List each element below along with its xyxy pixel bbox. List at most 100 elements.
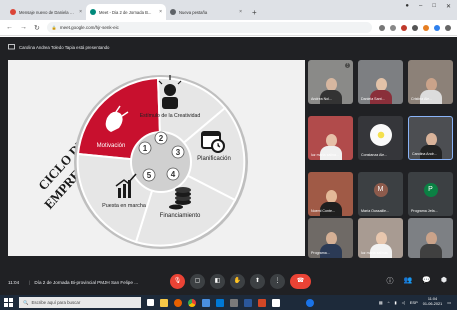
participant-tile[interactable]: Constanza Ale...	[358, 116, 403, 160]
search-icon: 🔍	[23, 299, 29, 305]
word-icon[interactable]	[244, 298, 252, 307]
segment-number: 4	[171, 170, 176, 179]
control-buttons: 🎙 ▢ ◧ ✋ ⬆ ⋮ ☎	[170, 274, 311, 289]
chrome-icon[interactable]	[188, 298, 196, 307]
tab-label: Nueva pestaña	[179, 9, 208, 15]
url-input[interactable]: 🔒 meet.google.com/hjr-senk-eic	[46, 22, 372, 33]
participant-tile[interactable]: Carolina Andr...	[408, 116, 453, 160]
browser-tab-gmail[interactable]: Mensaje nuevo de Daniela Da... ×	[6, 4, 86, 20]
segment-number: 2	[159, 134, 164, 143]
clock-date: 01-06-2021	[422, 302, 443, 306]
participant-name: luz maria salinas	[361, 251, 388, 255]
participant-name: Constanza Ale...	[361, 153, 388, 157]
participant-tile[interactable]: Daniela Sant...	[358, 60, 403, 104]
people-icon[interactable]: 👥	[403, 276, 412, 286]
volume-icon[interactable]: ◁	[402, 300, 405, 305]
star-icon[interactable]	[390, 24, 396, 31]
captions-button[interactable]: ▢	[190, 274, 205, 289]
start-button[interactable]	[4, 298, 13, 307]
present-button[interactable]: ⬆	[250, 274, 265, 289]
camera-button[interactable]: ◧	[210, 274, 225, 289]
powerpoint-icon[interactable]	[258, 298, 266, 307]
mail-icon[interactable]	[216, 298, 224, 307]
firefox-icon[interactable]	[174, 298, 182, 307]
participant-tile[interactable]: luz maria salinas	[358, 218, 403, 258]
notifications-icon[interactable]: ▭	[447, 300, 451, 305]
entrepreneurship-cycle-diagram: CICLO DEL EMPRENDIMIENTO 1 2 3	[35, 75, 248, 249]
info-icon[interactable]: ⓘ	[386, 276, 393, 286]
profile-avatar-icon[interactable]	[434, 24, 440, 31]
task-view-icon[interactable]	[147, 299, 154, 306]
app-icon[interactable]	[230, 298, 238, 307]
minimize-icon[interactable]: –	[419, 3, 422, 10]
browser-tab-bar: Mensaje nuevo de Daniela Da... × Meet - …	[0, 0, 457, 20]
profile-icon[interactable]: ●	[405, 3, 409, 10]
participant-tile[interactable]: Noemi Conte...	[308, 172, 353, 216]
close-window-icon[interactable]: ✕	[446, 3, 451, 10]
activities-icon[interactable]: ⬢	[441, 276, 447, 286]
more-options-button[interactable]: ⋮	[270, 274, 285, 289]
participant-tile[interactable]: luz maria salina...	[308, 116, 353, 160]
mic-off-button[interactable]: 🎙	[170, 274, 185, 289]
extension-icon[interactable]	[412, 24, 418, 31]
new-tab-icon[interactable]: +	[246, 8, 263, 20]
participant-tile[interactable]: ⋮ Andrea Nol...	[308, 60, 353, 104]
language-indicator[interactable]: ESP	[410, 300, 418, 305]
participant-name: Noemi Conte...	[311, 209, 335, 213]
taskbar-search-input[interactable]: 🔍 Escribe aquí para buscar	[19, 297, 141, 308]
camera-icon[interactable]	[379, 24, 385, 31]
network-icon[interactable]: ▮	[394, 300, 396, 305]
raise-hand-button[interactable]: ✋	[230, 274, 245, 289]
windows-taskbar: 🔍 Escribe aquí para buscar ▦ ^ ▮ ◁ ESP 1…	[0, 295, 457, 310]
participant-tile[interactable]: Programa...	[308, 218, 353, 258]
reload-icon[interactable]: ↻	[34, 24, 40, 32]
system-clock[interactable]: 11:04 01-06-2021	[423, 297, 442, 307]
extension-icon[interactable]	[401, 24, 407, 31]
segment-number: 1	[143, 144, 148, 153]
close-tab-icon[interactable]: ×	[159, 9, 162, 15]
meet-app-icon[interactable]	[306, 298, 314, 307]
forward-icon[interactable]: →	[20, 24, 27, 31]
participant-tile[interactable]: Cristina Ale...	[408, 60, 453, 104]
close-tab-icon[interactable]: ×	[239, 9, 242, 15]
search-placeholder: Escribe aquí para buscar	[31, 300, 81, 305]
url-text: meet.google.com/hjr-senk-eic	[59, 25, 119, 30]
participant-tile[interactable]	[408, 218, 453, 258]
present-screen-icon	[8, 44, 15, 50]
participant-name: Programa...	[311, 251, 330, 255]
meet-favicon-icon	[90, 9, 96, 15]
shared-slide: CICLO DEL EMPRENDIMIENTO 1 2 3	[8, 60, 305, 256]
participant-tile[interactable]: M María Oussaille...	[358, 172, 403, 216]
close-tab-icon[interactable]: ×	[79, 9, 82, 15]
app-icon[interactable]	[272, 298, 280, 307]
extensions-area	[379, 24, 451, 31]
leave-call-button[interactable]: ☎	[290, 274, 311, 289]
meeting-title: Día 2 de Jornada Bi-provincial PMJH San …	[34, 279, 139, 285]
tab-label: Meet - Dia 2 de Jornada B...	[99, 9, 152, 15]
segment-label-financiamiento: Financiamiento	[160, 213, 201, 219]
extension-icon[interactable]	[423, 24, 429, 31]
lock-icon: 🔒	[51, 25, 57, 30]
participant-name: María Oussaille...	[361, 209, 389, 213]
store-icon[interactable]	[202, 298, 210, 307]
menu-icon[interactable]	[445, 24, 451, 31]
segment-label-planificacion: Planificación	[197, 156, 231, 162]
side-controls: ⓘ 👥 💬 ⬢	[386, 276, 447, 286]
browser-tab-new[interactable]: Nueva pestaña ×	[166, 4, 246, 20]
browser-tab-meet[interactable]: Meet - Dia 2 de Jornada B... ×	[86, 4, 166, 20]
tray-app-icon[interactable]: ▦	[379, 300, 383, 305]
file-explorer-icon[interactable]	[160, 298, 168, 307]
segment-number: 5	[147, 171, 152, 180]
participant-name: Cristina Ale...	[411, 97, 433, 101]
chat-icon[interactable]: 💬	[422, 276, 431, 286]
participant-name: Programa Jefa...	[411, 209, 438, 213]
system-tray: ▦ ^ ▮ ◁ ESP 11:04 01-06-2021 ▭	[379, 297, 451, 307]
participant-tile[interactable]: P Programa Jefa...	[408, 172, 453, 216]
meeting-controls-bar: 11:04 | Día 2 de Jornada Bi-provincial P…	[0, 270, 457, 294]
chevron-up-icon[interactable]: ^	[388, 300, 390, 305]
back-icon[interactable]: ←	[6, 24, 13, 31]
maximize-icon[interactable]: □	[432, 3, 436, 10]
segment-label-motivacion: Motivación	[97, 143, 126, 149]
participant-name: Carolina Andr...	[412, 152, 437, 156]
tab-label: Mensaje nuevo de Daniela Da...	[19, 9, 77, 15]
